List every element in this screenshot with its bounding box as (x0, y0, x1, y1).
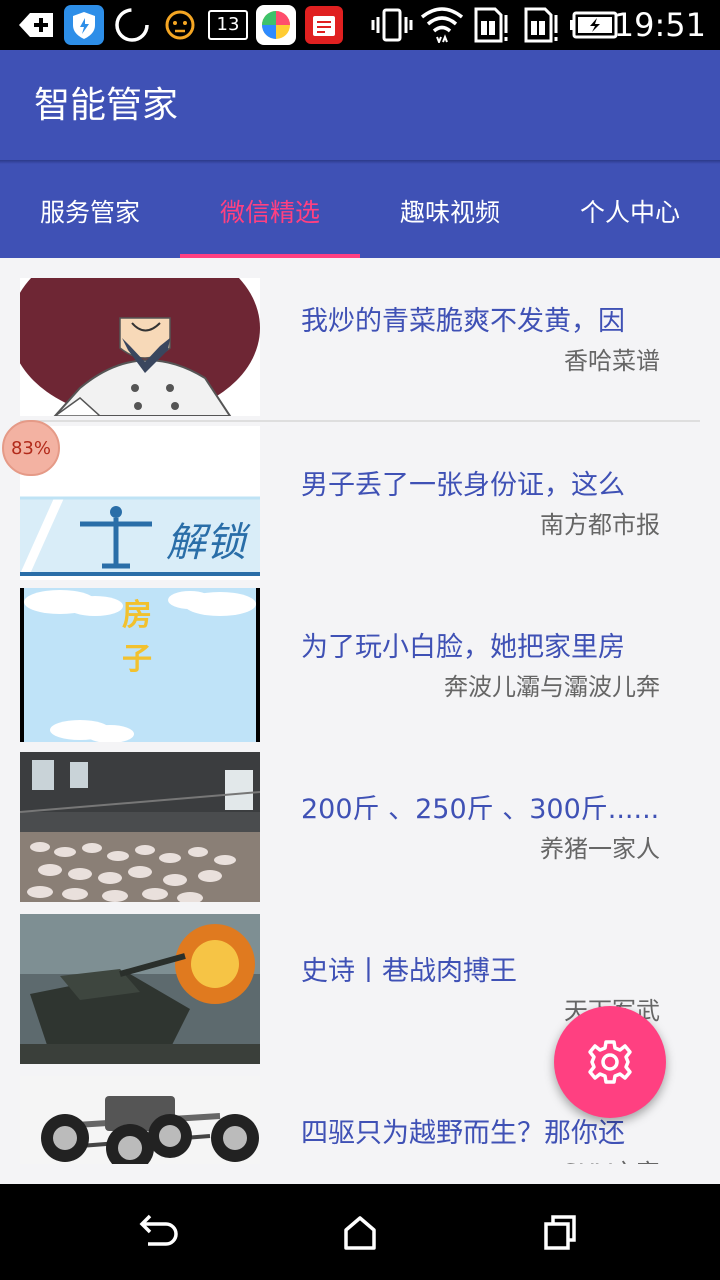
back-add-icon (16, 8, 56, 42)
settings-fab[interactable] (554, 1006, 666, 1118)
article-thumbnail (20, 1076, 260, 1164)
gear-icon (588, 1040, 632, 1084)
system-nav-bar (0, 1184, 720, 1280)
article-title: 四驱只为越野而生？那你还 (301, 1118, 625, 1149)
article-thumbnail (20, 752, 260, 902)
article-thumbnail (20, 914, 260, 1064)
vibrate-icon (370, 8, 414, 42)
back-icon[interactable] (138, 1212, 182, 1252)
app-bar: 智能管家 (0, 50, 720, 160)
battery-icon (570, 8, 620, 42)
article-title: 史诗丨巷战肉搏王 (301, 956, 517, 987)
article-thumbnail: 房子 (20, 588, 260, 742)
home-icon[interactable] (338, 1212, 382, 1252)
article-source: SUV之家 (563, 1156, 660, 1164)
progress-badge[interactable]: 83% (2, 420, 60, 476)
article-source: 养猪一家人 (540, 835, 660, 863)
sim2-icon (522, 7, 562, 43)
notification-count: 13 (208, 10, 248, 40)
tab-service-manager[interactable]: 服务管家 (0, 164, 180, 258)
app-title: 智能管家 (34, 85, 179, 126)
red-app-icon (304, 6, 344, 44)
article-title: 男子丢了一张身份证，这么 (301, 470, 625, 501)
article-title: 为了玩小白脸，她把家里房 (301, 632, 625, 663)
article-source: 奔波儿灞与灞波儿奔 (444, 673, 660, 701)
circle-loader-icon (112, 8, 152, 42)
colorful-app-icon (256, 5, 296, 45)
face-app-icon (162, 8, 198, 42)
article-thumbnail (20, 278, 260, 416)
tab-fun-videos[interactable]: 趣味视频 (360, 164, 540, 258)
shield-app-icon (64, 5, 104, 45)
list-item[interactable]: 解锁 男子丢了一张身份证，这么 南方都市报 (20, 422, 700, 586)
article-title: 200斤 、250斤 、300斤...... (301, 794, 660, 825)
thumbnail-text: 解锁 (166, 520, 246, 566)
article-title: 我炒的青菜脆爽不发黄，因 (301, 306, 625, 337)
wifi-icon (420, 7, 464, 43)
sim1-icon (472, 7, 512, 43)
tab-wechat-selection[interactable]: 微信精选 (180, 164, 360, 258)
article-source: 南方都市报 (540, 511, 660, 539)
recent-apps-icon[interactable] (538, 1212, 582, 1252)
article-source: 香哈菜谱 (564, 347, 660, 375)
notification-count-icon: 13 (208, 8, 248, 42)
tab-bar: 服务管家 微信精选 趣味视频 个人中心 (0, 164, 720, 258)
list-item[interactable]: 我炒的青菜脆爽不发黄，因 香哈菜谱 (20, 258, 700, 422)
thumbnail-text: 房子 (122, 598, 152, 677)
tab-personal-center[interactable]: 个人中心 (540, 164, 720, 258)
status-time: 19:51 (613, 6, 706, 44)
list-item[interactable]: 房子 为了玩小白脸，她把家里房 奔波儿灞与灞波儿奔 (20, 584, 700, 748)
status-bar: 13 19:51 (0, 0, 720, 50)
list-item[interactable]: 200斤 、250斤 、300斤...... 养猪一家人 (20, 746, 700, 910)
